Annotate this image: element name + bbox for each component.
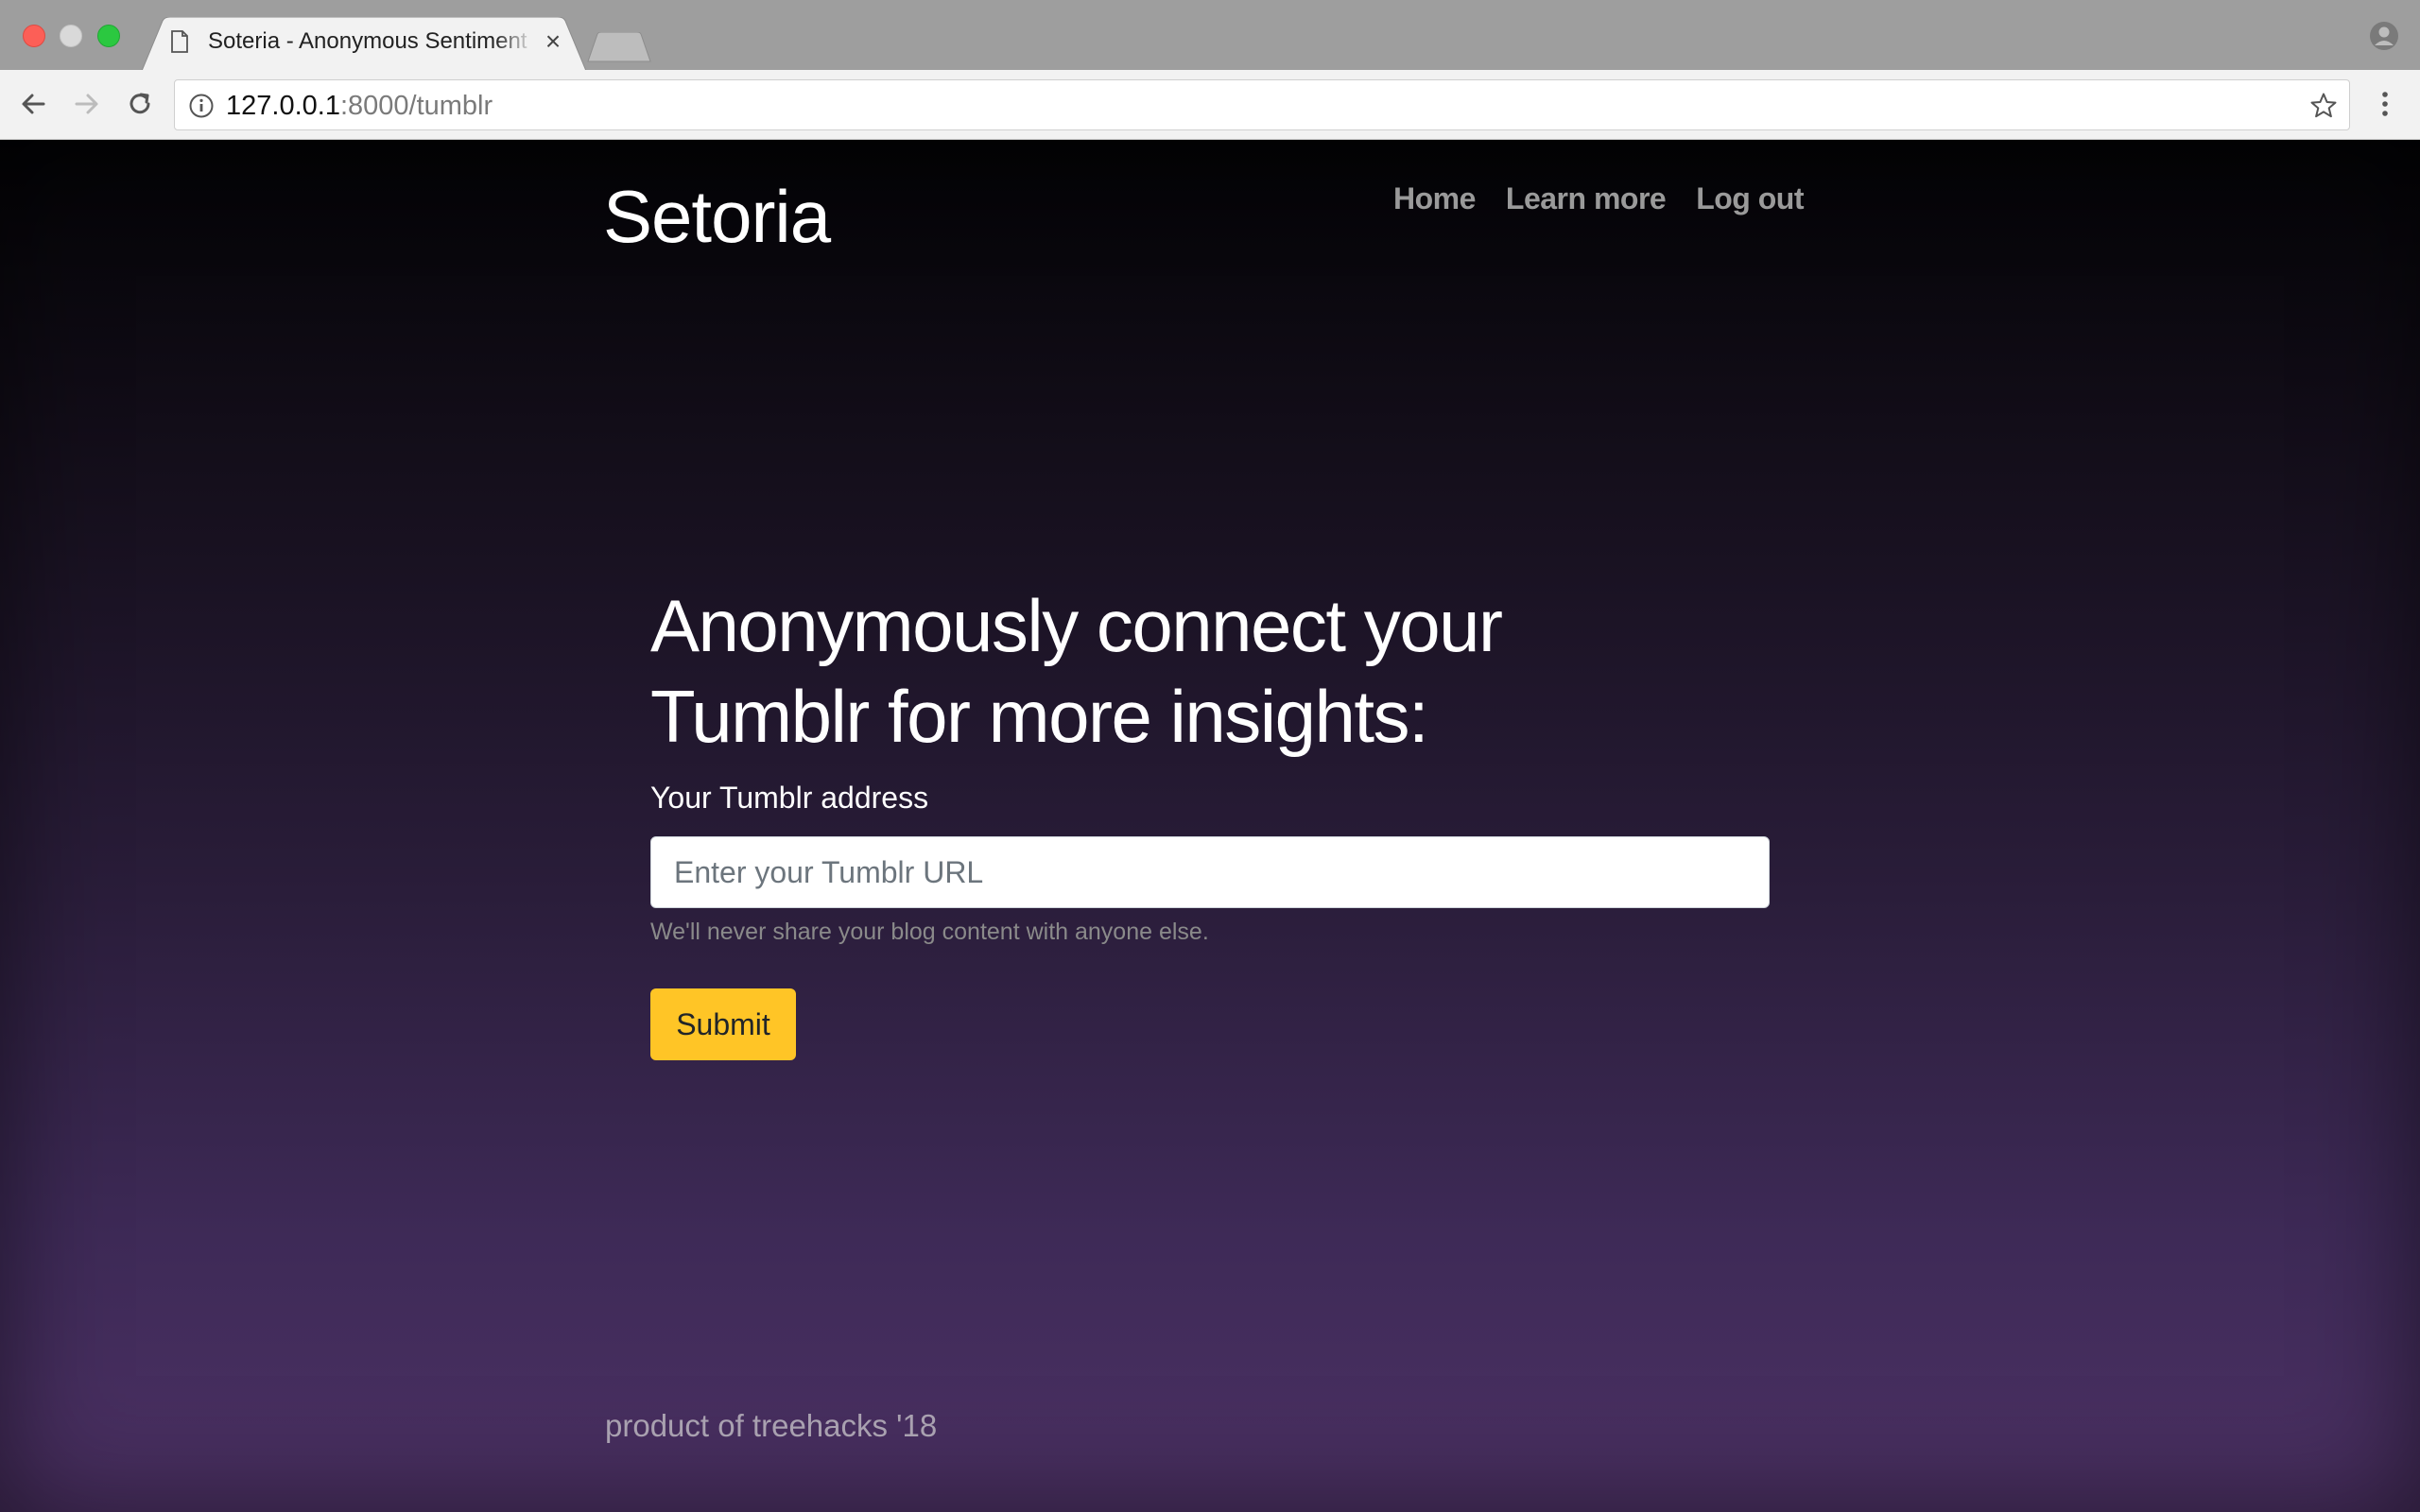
tab-title: Soteria - Anonymous Sentiment	[208, 28, 527, 54]
browser-tabstrip: Soteria - Anonymous Sentiment ×	[0, 0, 2420, 71]
headline-line-2: Tumblr for more insights:	[650, 675, 1429, 758]
window-close-button[interactable]	[23, 25, 45, 47]
nav-link-log-out[interactable]: Log out	[1696, 181, 1804, 216]
url-path: :8000/tumblr	[339, 91, 493, 121]
background-vignette	[0, 140, 2420, 1512]
back-arrow-icon[interactable]	[17, 87, 51, 121]
browser-toolbar: 127.0.0.1:8000/tumblr	[0, 70, 2420, 140]
tab-close-icon[interactable]: ×	[541, 28, 565, 55]
star-icon[interactable]	[2309, 92, 2338, 120]
site-brand[interactable]: Setoria	[603, 174, 831, 260]
tumblr-url-input[interactable]	[650, 836, 1770, 908]
page-headline: Anonymously connect your Tumblr for more…	[650, 580, 1596, 762]
footer-credit: product of treehacks '18	[605, 1408, 938, 1443]
info-icon[interactable]	[188, 93, 215, 119]
forward-arrow-icon[interactable]	[69, 87, 103, 121]
nav-link-home[interactable]: Home	[1393, 181, 1476, 216]
page-viewport: Setoria Home Learn more Log out Anonymou…	[0, 140, 2420, 1512]
new-tab-button[interactable]	[586, 32, 652, 62]
window-minimize-button[interactable]	[60, 25, 82, 47]
url-host: 127.0.0.1	[226, 91, 340, 121]
profile-icon[interactable]	[2369, 21, 2399, 51]
headline-line-1: Anonymously connect your	[650, 584, 1503, 667]
site-navigation: Home Learn more Log out	[1393, 181, 1804, 216]
address-url[interactable]: 127.0.0.1:8000/tumblr	[226, 91, 493, 122]
privacy-help-text: We'll never share your blog content with…	[650, 919, 1209, 945]
menu-dots-icon[interactable]	[2373, 87, 2397, 121]
tumblr-address-label: Your Tumblr address	[650, 781, 929, 815]
address-bar[interactable]: 127.0.0.1:8000/tumblr	[174, 79, 2350, 130]
submit-button[interactable]: Submit	[650, 988, 796, 1060]
reload-icon[interactable]	[123, 87, 157, 121]
nav-link-learn-more[interactable]: Learn more	[1506, 181, 1667, 216]
window-maximize-button[interactable]	[97, 25, 120, 47]
document-icon	[171, 30, 188, 53]
